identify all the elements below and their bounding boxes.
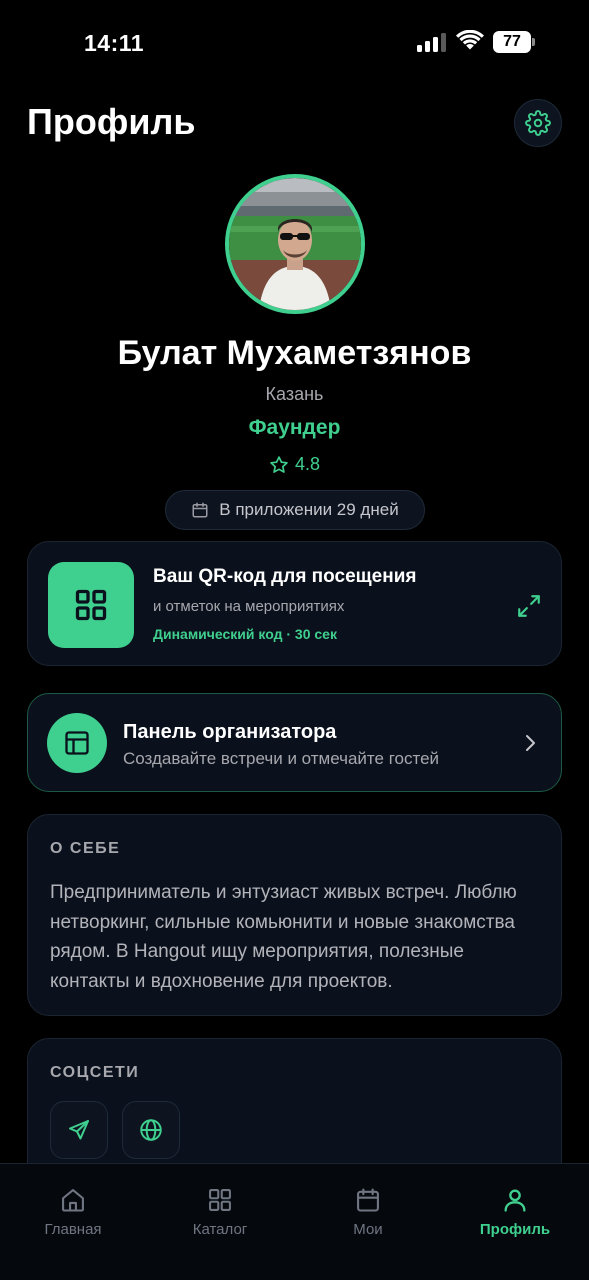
cellular-signal-icon bbox=[417, 32, 447, 52]
organizer-panel-subtitle: Создавайте встречи и отмечайте гостей bbox=[123, 749, 440, 768]
tab-home-label: Главная bbox=[44, 1221, 102, 1238]
organizer-icon-circle bbox=[47, 713, 107, 773]
expand-icon[interactable] bbox=[516, 593, 542, 619]
user-icon bbox=[504, 1189, 526, 1212]
profile-role: Фаундер bbox=[248, 416, 341, 439]
rating-value: 4.8 bbox=[294, 454, 321, 474]
avatar[interactable] bbox=[225, 174, 365, 314]
calendar-icon bbox=[357, 1188, 379, 1212]
settings-button[interactable] bbox=[514, 99, 562, 147]
profile-city: Казань bbox=[265, 384, 324, 404]
tab-mine[interactable]: Мои bbox=[308, 1186, 428, 1238]
status-bar: 14:11 77 bbox=[0, 0, 589, 88]
about-label: О СЕБЕ bbox=[50, 840, 121, 857]
telegram-button[interactable] bbox=[50, 1101, 108, 1159]
about-text: Предприниматель и энтузиаст живых встреч… bbox=[50, 882, 517, 992]
page-title: Профиль bbox=[27, 101, 196, 142]
star-icon bbox=[270, 455, 288, 473]
battery-level: 77 bbox=[493, 31, 531, 53]
website-button[interactable] bbox=[122, 1101, 180, 1159]
wifi-icon bbox=[456, 30, 484, 50]
qr-dynamic-note: Динамический код · 30 сек bbox=[153, 626, 337, 642]
calendar-icon bbox=[192, 502, 208, 518]
tab-profile-label: Профиль bbox=[479, 1221, 551, 1238]
qr-grid-icon bbox=[75, 589, 107, 621]
home-icon bbox=[62, 1189, 84, 1212]
days-in-app-label: В приложении 29 дней bbox=[219, 500, 399, 519]
qr-card-subtitle: и отметок на мероприятиях bbox=[153, 598, 345, 615]
profile-name: Булат Мухаметзянов bbox=[117, 334, 472, 372]
status-time: 14:11 bbox=[84, 30, 145, 56]
tab-catalog[interactable]: Каталог bbox=[160, 1186, 280, 1238]
grid-icon bbox=[209, 1189, 231, 1211]
chevron-right-icon bbox=[526, 735, 535, 751]
qr-card-title: Ваш QR-код для посещения bbox=[153, 566, 417, 587]
battery-icon: 77 bbox=[493, 31, 535, 53]
socials-label: СОЦСЕТИ bbox=[50, 1064, 140, 1081]
tab-home[interactable]: Главная bbox=[13, 1186, 133, 1238]
avatar-photo bbox=[229, 178, 361, 310]
about-card: О СЕБЕ Предприниматель и энтузиаст живых… bbox=[27, 814, 562, 1016]
bottom-tab-bar: Главная Каталог Мои Профиль bbox=[0, 1163, 589, 1280]
telegram-send-icon bbox=[69, 1120, 89, 1140]
organizer-panel-card[interactable]: Панель организатора Создавайте встречи и… bbox=[27, 693, 562, 792]
days-in-app-badge: В приложении 29 дней bbox=[165, 490, 425, 530]
qr-tile bbox=[48, 562, 134, 648]
gear-icon bbox=[525, 110, 551, 136]
layout-icon bbox=[65, 731, 89, 755]
qr-code-card[interactable]: Ваш QR-код для посещения и отметок на ме… bbox=[27, 541, 562, 666]
tab-catalog-label: Каталог bbox=[192, 1221, 248, 1238]
rating: 4.8 bbox=[0, 454, 589, 475]
tab-profile[interactable]: Профиль bbox=[455, 1186, 575, 1238]
globe-icon bbox=[140, 1119, 162, 1141]
tab-mine-label: Мои bbox=[353, 1221, 383, 1238]
organizer-panel-title: Панель организатора bbox=[123, 721, 337, 743]
